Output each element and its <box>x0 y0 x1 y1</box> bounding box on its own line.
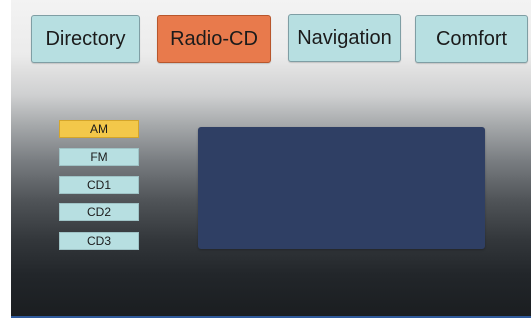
radio-cd-screen: Directory Radio-CD Navigation Comfort AM… <box>11 0 531 318</box>
source-button-cd1[interactable]: CD1 <box>59 176 139 194</box>
source-button-cd3[interactable]: CD3 <box>59 232 139 250</box>
source-button-fm[interactable]: FM <box>59 148 139 166</box>
tab-directory[interactable]: Directory <box>31 15 140 63</box>
source-button-cd2[interactable]: CD2 <box>59 203 139 221</box>
source-button-am[interactable]: AM <box>59 120 139 138</box>
display-panel <box>198 127 485 249</box>
tab-comfort[interactable]: Comfort <box>415 15 528 63</box>
tab-radio-cd[interactable]: Radio-CD <box>157 15 271 63</box>
tab-navigation[interactable]: Navigation <box>288 14 401 62</box>
